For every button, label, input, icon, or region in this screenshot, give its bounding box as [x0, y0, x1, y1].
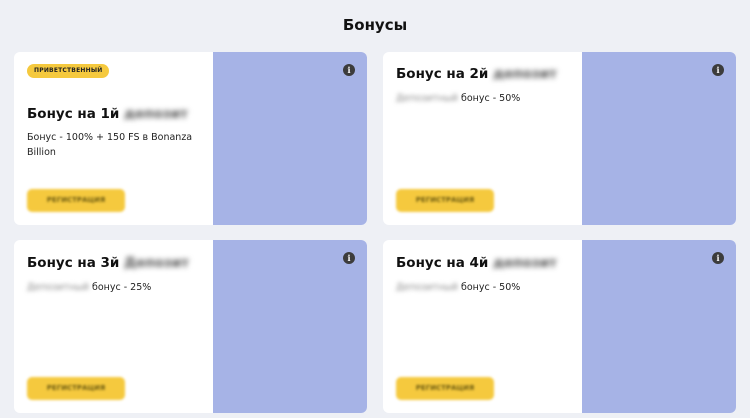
bonus-title: Бонус на 2й депозит — [396, 66, 557, 82]
bonus-title-main: Бонус на 2й — [396, 66, 489, 82]
bonus-image — [582, 240, 736, 413]
bonus-description: Депозитный бонус - 25% — [27, 280, 197, 295]
bonus-description-blurred: Депозитный — [27, 282, 89, 293]
bonus-card-4: Бонус на 4й депозит Депозитный бонус - 5… — [383, 240, 736, 413]
bonus-title-blurred: депозит — [124, 106, 188, 122]
register-button[interactable]: РЕГИСТРАЦИЯ — [396, 377, 494, 400]
bonus-title-blurred: депозит — [493, 66, 557, 82]
bonus-image — [213, 240, 367, 413]
bonus-description-text: бонус - 50% — [460, 93, 521, 104]
bonus-card-1: ПРИВЕТСТВЕННЫЙ Бонус на 1й депозит Бонус… — [14, 52, 367, 225]
info-icon[interactable]: i — [712, 64, 724, 76]
bonus-image — [213, 52, 367, 225]
bonus-description: Депозитный бонус - 50% — [396, 280, 566, 295]
bonus-card-2: Бонус на 2й депозит Депозитный бонус - 5… — [383, 52, 736, 225]
info-icon[interactable]: i — [712, 252, 724, 264]
bonus-title: Бонус на 4й депозит — [396, 255, 557, 271]
info-icon[interactable]: i — [343, 252, 355, 264]
bonus-title-blurred: депозит — [493, 255, 557, 271]
register-button[interactable]: РЕГИСТРАЦИЯ — [396, 189, 494, 212]
bonus-description-blurred: Депозитный — [396, 282, 458, 293]
bonus-title: Бонус на 3й Депозит — [27, 255, 189, 271]
bonus-description-blurred: Депозитный — [396, 93, 458, 104]
bonus-description: Бонус - 100% + 150 FS в Bonanza Billion — [27, 132, 193, 158]
bonus-title-main: Бонус на 3й — [27, 255, 120, 271]
register-button[interactable]: РЕГИСТРАЦИЯ — [27, 377, 125, 400]
page-title: Бонусы — [342, 16, 408, 34]
bonus-title: Бонус на 1й депозит — [27, 106, 188, 122]
bonus-description: Депозитный бонус - 50% — [396, 91, 566, 106]
bonus-description-text: бонус - 50% — [460, 282, 521, 293]
bonus-title-blurred: Депозит — [124, 255, 190, 271]
bonus-title-main: Бонус на 1й — [27, 106, 120, 122]
bonus-image — [582, 52, 736, 225]
info-icon[interactable]: i — [343, 64, 355, 76]
welcome-badge: ПРИВЕТСТВЕННЫЙ — [27, 64, 110, 78]
register-button[interactable]: РЕГИСТРАЦИЯ — [27, 189, 125, 212]
bonus-title-main: Бонус на 4й — [396, 255, 489, 271]
bonus-card-3: Бонус на 3й Депозит Депозитный бонус - 2… — [14, 240, 367, 413]
bonus-description-text: бонус - 25% — [91, 282, 152, 293]
